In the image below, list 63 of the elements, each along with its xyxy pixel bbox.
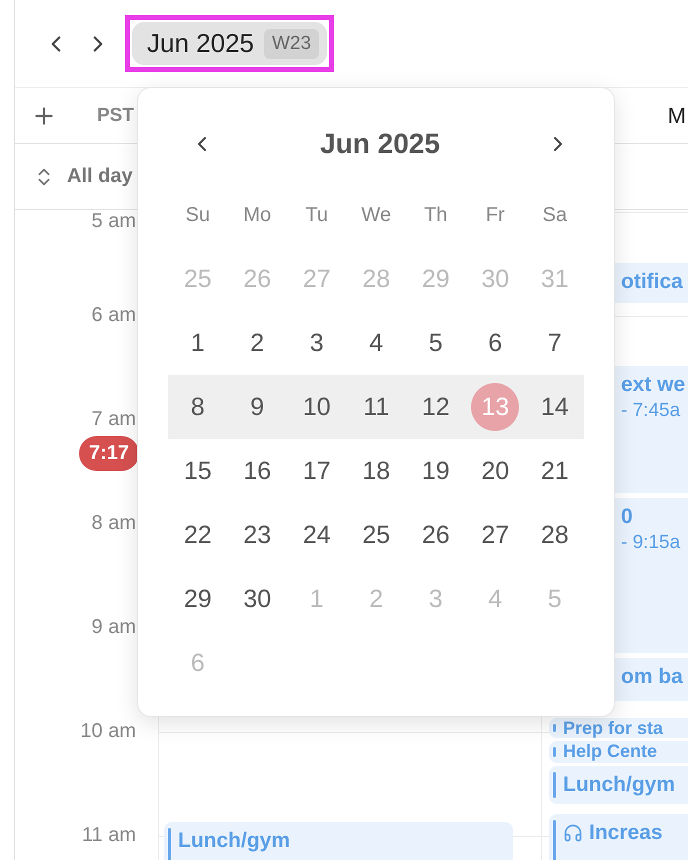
date-cell[interactable]: 26 — [412, 511, 460, 559]
date-cell[interactable]: 17 — [292, 447, 341, 495]
event-text: Prep for sta — [563, 718, 664, 738]
weekday-label: We — [361, 204, 392, 226]
month-label: Jun 2025 — [147, 28, 254, 59]
date-cell[interactable]: 8 — [174, 383, 222, 431]
current-time-badge: 7:17 — [79, 436, 140, 471]
date-cell[interactable]: 16 — [233, 447, 282, 495]
event-text: Lunch/gym — [178, 828, 290, 854]
date-cell[interactable]: 19 — [412, 447, 460, 495]
date-cell[interactable]: 30 — [233, 575, 282, 623]
date-cell[interactable]: 12 — [412, 383, 460, 431]
event-text: ext we — [621, 372, 686, 398]
date-cell[interactable]: 14 — [530, 383, 579, 431]
date-cell[interactable]: 23 — [233, 511, 282, 559]
date-cell[interactable]: 21 — [530, 447, 579, 495]
day-header: M — [668, 102, 686, 128]
hour-label: 9 am — [92, 616, 136, 639]
date-cell[interactable]: 10 — [292, 383, 341, 431]
date-cell[interactable]: 6 — [471, 319, 520, 367]
weekday-label: Fr — [486, 204, 505, 226]
event-text: Increas — [589, 820, 663, 846]
event-text: om ba — [621, 664, 683, 690]
weekday-label: Su — [186, 204, 210, 226]
weekday-label: Sa — [542, 204, 567, 226]
date-cell[interactable]: 24 — [292, 511, 341, 559]
date-cell[interactable]: 3 — [292, 319, 341, 367]
date-cell[interactable]: 1 — [174, 319, 222, 367]
date-cell[interactable]: 7 — [530, 319, 579, 367]
hour-label: 7 am — [92, 408, 136, 431]
all-day-label: All day — [67, 165, 133, 188]
hour-label: 6 am — [92, 304, 136, 327]
event-text: Lunch/gym — [563, 772, 676, 798]
date-cell[interactable]: 27 — [471, 511, 520, 559]
event-text: - 9:15a — [621, 531, 680, 555]
weekday-label: Mo — [243, 204, 272, 226]
event-text: Help Cente — [563, 741, 658, 761]
month-button[interactable]: Jun 2025 W23 — [132, 22, 328, 65]
date-cell[interactable]: 2 — [233, 319, 282, 367]
hour-label: 8 am — [92, 512, 136, 535]
date-cell[interactable]: 4 — [352, 319, 400, 367]
date-cell[interactable]: 11 — [352, 383, 400, 431]
date-cell[interactable]: 28 — [530, 511, 579, 559]
weekday-label: Th — [424, 204, 448, 226]
event-text: 0 — [621, 504, 633, 530]
date-cell[interactable]: 29 — [174, 575, 222, 623]
date-cell[interactable]: 22 — [174, 511, 222, 559]
week-badge: W23 — [264, 28, 320, 58]
date-cell[interactable]: 25 — [352, 511, 400, 559]
hour-label: 5 am — [92, 210, 136, 233]
timezone-label: PST — [97, 104, 134, 126]
date-cell[interactable]: 5 — [412, 319, 460, 367]
date-cell[interactable]: 9 — [233, 383, 282, 431]
event-text: - 7:45a — [621, 399, 680, 423]
event-text: otifica — [621, 269, 683, 295]
date-cell[interactable]: 18 — [352, 447, 400, 495]
date-cell[interactable]: 20 — [471, 447, 520, 495]
hour-label: 11 am — [82, 824, 136, 847]
weekday-label: Tu — [305, 204, 328, 226]
picker-title: Jun 2025 — [320, 128, 440, 160]
date-cell[interactable]: 15 — [174, 447, 222, 495]
headphones-icon — [563, 823, 583, 843]
hour-label: 10 am — [80, 720, 136, 743]
